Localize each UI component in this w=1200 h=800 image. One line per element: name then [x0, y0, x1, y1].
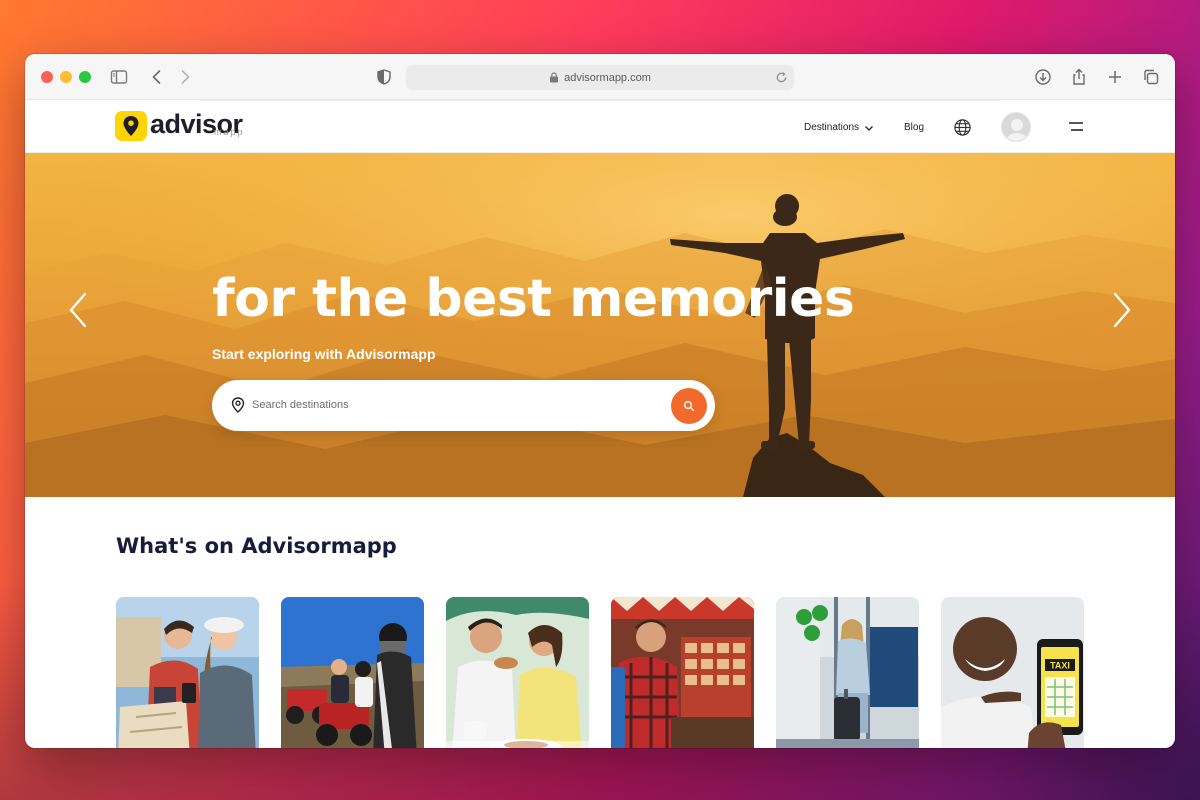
hero-title: for the best memories [212, 269, 855, 329]
woman-with-suitcase-on-bus-image [776, 597, 919, 748]
couple-with-map-image [116, 597, 259, 748]
share-icon[interactable] [1069, 67, 1089, 87]
maximize-window-button[interactable] [79, 71, 91, 83]
card-row: TAXI [116, 597, 1084, 748]
search-button[interactable] [671, 388, 707, 424]
privacy-shield-icon[interactable] [374, 67, 394, 87]
close-window-button[interactable] [41, 71, 53, 83]
download-icon[interactable] [1033, 67, 1053, 87]
hero-subtitle: Start exploring with Advisormapp [212, 346, 436, 362]
url-text: advisormapp.com [564, 71, 651, 84]
search-icon [683, 400, 695, 412]
globe-icon[interactable] [953, 118, 972, 137]
logo-subtext: mapp [214, 127, 245, 137]
window-controls [41, 71, 91, 83]
hero-banner: for the best memories Start exploring wi… [25, 153, 1175, 497]
location-pin-icon [231, 397, 245, 413]
new-tab-icon[interactable] [1105, 67, 1125, 87]
card-market-souvenirs[interactable] [611, 597, 754, 748]
browser-window: advisormapp.com advisor mapp Destination… [25, 54, 1175, 748]
minimize-window-button[interactable] [60, 71, 72, 83]
card-woman-with-suitcase[interactable] [776, 597, 919, 748]
browser-toolbar: advisormapp.com [25, 54, 1175, 100]
address-bar[interactable]: advisormapp.com [406, 65, 794, 90]
nav-blog[interactable]: Blog [904, 122, 924, 133]
tab-overview-icon[interactable] [1141, 67, 1161, 87]
user-icon [1006, 119, 1028, 141]
section-title: What's on Advisormapp [116, 534, 397, 558]
sidebar-icon[interactable] [109, 67, 129, 87]
back-icon[interactable] [147, 67, 167, 87]
nav-blog-label: Blog [904, 122, 925, 133]
quad-bike-tour-image [281, 597, 424, 748]
card-couple-dining[interactable] [446, 597, 589, 748]
couple-dining-image [446, 597, 589, 748]
svg-text:TAXI: TAXI [1050, 661, 1070, 671]
forward-icon[interactable] [175, 67, 195, 87]
menu-icon[interactable] [1067, 120, 1085, 134]
previous-slide-icon[interactable] [67, 290, 89, 330]
next-slide-icon[interactable] [1111, 290, 1133, 330]
search-bar [212, 380, 715, 431]
nav-destinations[interactable]: Destinations [804, 122, 874, 133]
avatar[interactable] [1001, 112, 1031, 142]
chevron-down-icon [865, 125, 873, 131]
card-taxi-app[interactable]: TAXI [941, 597, 1084, 748]
logo-pin-icon [115, 111, 147, 141]
taxi-app-image: TAXI [941, 597, 1084, 748]
nav-destinations-label: Destinations [804, 122, 860, 133]
search-input[interactable] [252, 395, 652, 415]
site-header: advisor mapp Destinations Blog [25, 101, 1175, 153]
lock-icon [550, 72, 559, 83]
market-souvenirs-image [611, 597, 754, 748]
card-couple-with-map[interactable] [116, 597, 259, 748]
card-quad-bike-tour[interactable] [281, 597, 424, 748]
reload-icon[interactable] [775, 71, 788, 84]
